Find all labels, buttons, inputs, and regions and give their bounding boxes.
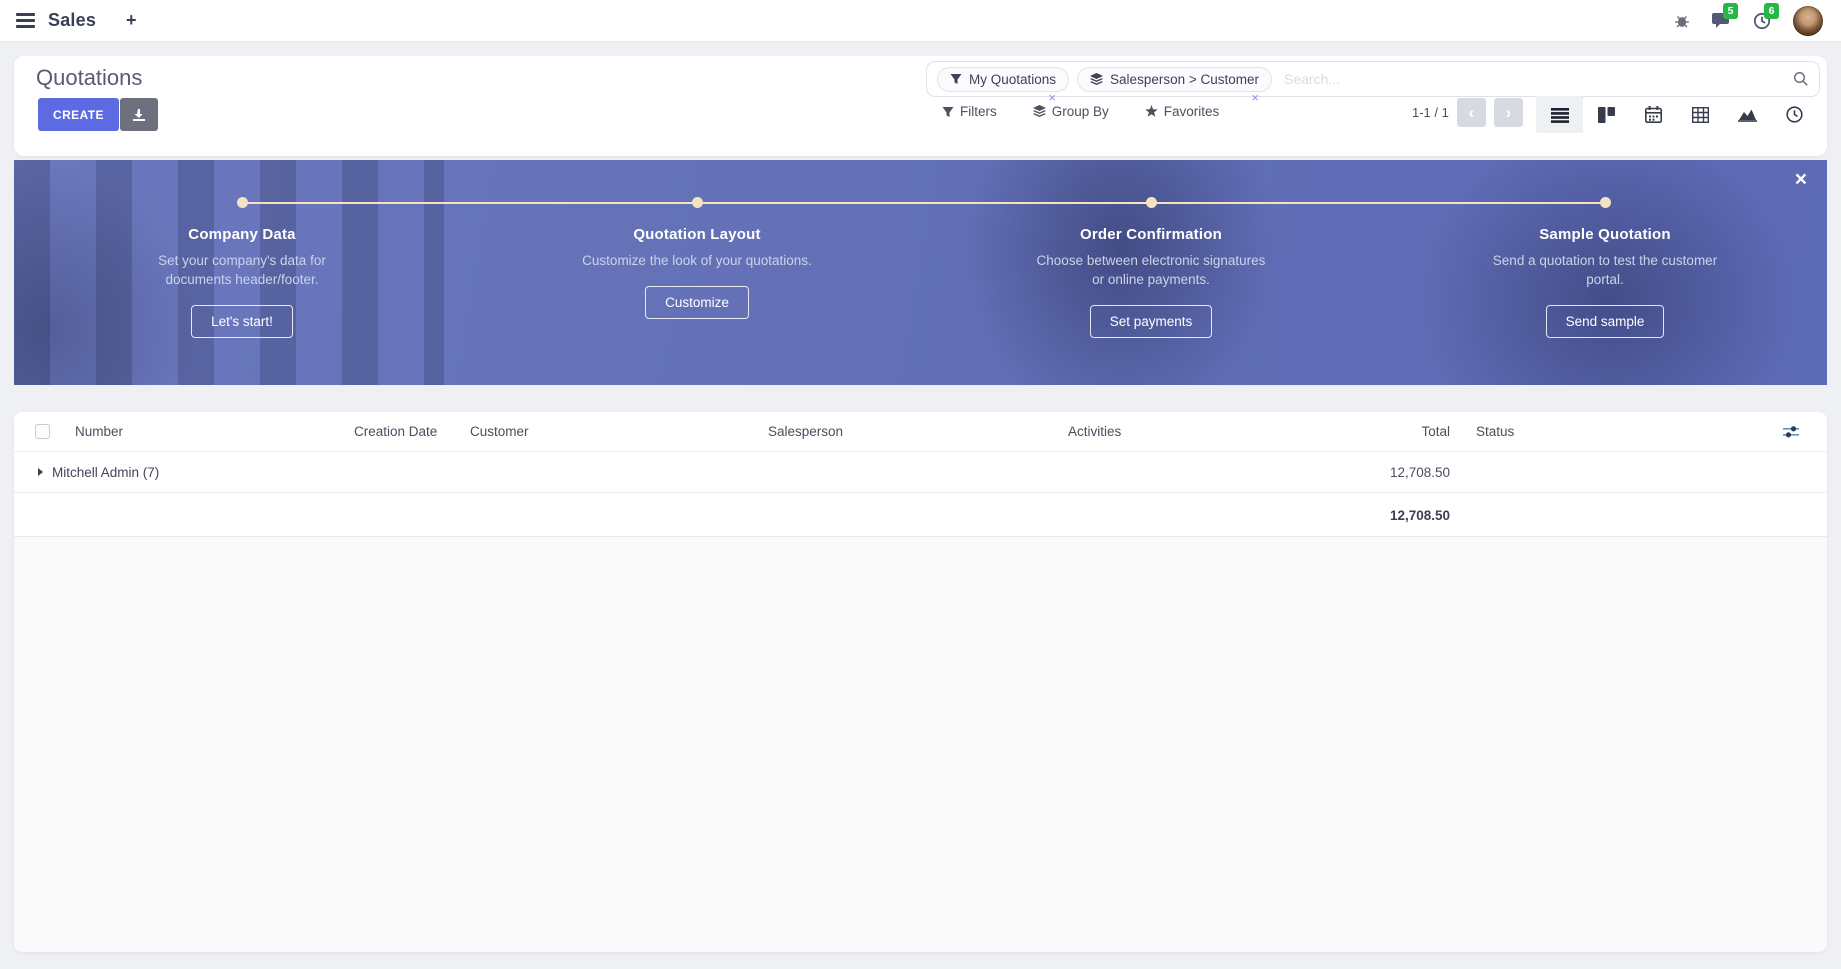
banner-close-icon[interactable]: × [1795,168,1807,192]
activity-view-icon [1786,106,1803,123]
view-activity-button[interactable] [1771,96,1818,133]
filters-button[interactable]: Filters [942,104,997,119]
header-status[interactable]: Status [1456,424,1706,439]
onboarding-step-order-confirmation: Order Confirmation Choose between electr… [1011,226,1291,338]
group-total: 12,708.50 [1390,465,1450,480]
select-all-checkbox[interactable] [35,424,50,439]
view-list-button[interactable] [1536,96,1583,133]
messages-badge: 5 [1723,3,1738,19]
header-activities[interactable]: Activities [1068,424,1258,439]
onboarding-step-sample-quotation: Sample Quotation Send a quotation to tes… [1465,226,1745,338]
favorites-button[interactable]: Favorites [1145,104,1220,119]
apps-menu-icon[interactable] [16,10,35,31]
facet-label: My Quotations [969,72,1056,87]
create-button[interactable]: CREATE [38,98,119,131]
layers-icon [1090,73,1103,86]
search-facet-my-quotations[interactable]: My Quotations × [937,67,1069,92]
timeline-dot [692,197,703,208]
search-input[interactable] [1284,71,1785,87]
activities-badge: 6 [1764,3,1779,19]
search-facet-groupby[interactable]: Salesperson > Customer × [1077,67,1272,92]
onboarding-step-quotation-layout: Quotation Layout Customize the look of y… [557,226,837,319]
quotations-list: Number Creation Date Customer Salesperso… [14,412,1827,952]
download-icon [132,108,146,122]
expand-caret-icon[interactable] [38,468,43,476]
view-kanban-button[interactable] [1583,96,1630,133]
timeline-dot [1146,197,1157,208]
view-pivot-button[interactable] [1677,96,1724,133]
header-salesperson[interactable]: Salesperson [768,424,1068,439]
kanban-view-icon [1598,107,1615,123]
step-title: Sample Quotation [1465,226,1745,243]
graph-view-icon [1738,107,1757,122]
view-graph-button[interactable] [1724,96,1771,133]
view-switcher [1536,96,1818,133]
step-description: Choose between electronic signatures or … [1035,252,1267,290]
top-navbar: Sales + 5 6 [0,0,1841,42]
control-panel: Quotations CREATE My Quotations × Salesp… [14,56,1827,156]
debug-bug-icon[interactable] [1674,13,1690,29]
group-by-button[interactable]: Group By [1033,104,1109,119]
onboarding-timeline [242,202,1605,204]
pager-previous-button[interactable]: ‹ [1457,98,1486,127]
filters-label: Filters [960,104,997,119]
facet-remove-icon[interactable]: × [1251,93,1259,103]
layers-icon [1033,105,1046,118]
step-title: Company Data [102,226,382,243]
facet-label: Salesperson > Customer [1110,72,1259,87]
step-description: Customize the look of your quotations. [581,252,813,271]
app-name[interactable]: Sales [48,10,96,31]
timeline-dot [1600,197,1611,208]
favorites-label: Favorites [1164,104,1220,119]
pager: 1-1 / 1 ‹ › [1412,98,1523,127]
pivot-view-icon [1692,107,1709,123]
search-icon[interactable] [1793,71,1809,87]
messages-icon[interactable]: 5 [1712,12,1731,29]
header-customer[interactable]: Customer [470,424,768,439]
facet-remove-icon[interactable]: × [1048,93,1056,103]
set-payments-button[interactable]: Set payments [1090,305,1213,338]
header-creation-date[interactable]: Creation Date [354,424,470,439]
plus-icon[interactable]: + [126,10,137,31]
header-number[interactable]: Number [70,424,354,439]
view-calendar-button[interactable] [1630,96,1677,133]
filter-icon [942,106,954,118]
star-icon [1145,105,1158,118]
lets-start-button[interactable]: Let's start! [191,305,293,338]
onboarding-banner: × Company Data Set your company's data f… [14,160,1827,385]
timeline-dot [237,197,248,208]
step-title: Order Confirmation [1011,226,1291,243]
step-title: Quotation Layout [557,226,837,243]
search-options-row: Filters Group By Favorites [942,104,1219,119]
calendar-view-icon [1645,106,1662,123]
list-footer-row: 12,708.50 [14,493,1827,537]
group-by-label: Group By [1052,104,1109,119]
customize-button[interactable]: Customize [645,286,749,319]
header-total[interactable]: Total [1258,424,1456,439]
activities-clock-icon[interactable]: 6 [1753,12,1771,30]
export-button[interactable] [120,98,158,131]
group-label: Mitchell Admin (7) [52,465,159,480]
step-description: Send a quotation to test the customer po… [1489,252,1721,290]
footer-total: 12,708.50 [1390,508,1450,523]
list-view-icon [1551,107,1569,123]
filter-icon [950,73,962,85]
pager-next-button[interactable]: › [1494,98,1523,127]
group-row-mitchell-admin[interactable]: Mitchell Admin (7) 12,708.50 [14,452,1827,493]
user-avatar[interactable] [1793,6,1823,36]
onboarding-step-company-data: Company Data Set your company's data for… [102,226,382,338]
list-header-row: Number Creation Date Customer Salesperso… [14,412,1827,452]
optional-columns-icon[interactable] [1783,425,1799,439]
send-sample-button[interactable]: Send sample [1546,305,1665,338]
pager-value[interactable]: 1-1 / 1 [1412,105,1449,120]
search-bar[interactable]: My Quotations × Salesperson > Customer × [926,61,1820,97]
step-description: Set your company's data for documents he… [126,252,358,290]
page-title: Quotations [36,65,142,91]
